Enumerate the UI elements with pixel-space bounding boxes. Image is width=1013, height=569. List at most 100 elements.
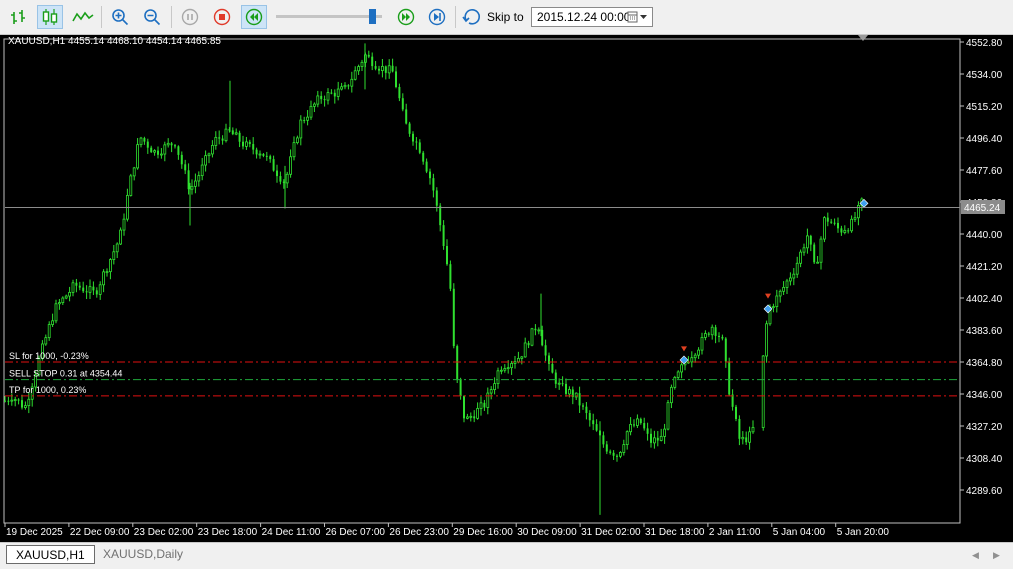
- candle-body-bear: [452, 288, 455, 347]
- candle-body-bull: [316, 95, 320, 105]
- price-chart[interactable]: 4552.804534.004515.204496.404477.604458.…: [0, 35, 1013, 542]
- candle-body-bull: [673, 377, 677, 388]
- candle-body-bear: [157, 150, 159, 155]
- candle-body-bear: [738, 418, 741, 439]
- candle-body-bear: [218, 137, 221, 139]
- tab-xauusd-daily[interactable]: XAUUSD,Daily: [94, 545, 192, 564]
- candle-body-bear: [92, 286, 95, 291]
- candle-body-bull: [693, 354, 697, 359]
- zoom-in-icon: [112, 9, 129, 26]
- candle-body-bear: [425, 161, 428, 172]
- candle-body-bear: [826, 217, 829, 222]
- candle-body-bull: [653, 437, 656, 444]
- candle-body-bear: [718, 335, 720, 337]
- candlestick-chart-button[interactable]: [37, 5, 63, 29]
- candle-body-bull: [119, 229, 122, 245]
- time-label: 26 Dec 07:00: [326, 527, 386, 538]
- candles: [4, 43, 864, 515]
- separator: [101, 6, 102, 28]
- candle-body-bull: [520, 356, 524, 359]
- candle-body-bull: [357, 66, 361, 72]
- candle-body-bear: [646, 428, 649, 434]
- candle-body-bull: [102, 271, 105, 286]
- candle-body-bull: [380, 65, 384, 72]
- candle-body-bull: [387, 65, 391, 74]
- candle-body-bear: [721, 336, 724, 339]
- time-label: 5 Jan 20:00: [837, 527, 890, 538]
- zoom-out-button[interactable]: [139, 5, 165, 29]
- skip-to-end-button[interactable]: [424, 5, 450, 29]
- separator: [455, 6, 456, 28]
- candle-body-bull: [234, 132, 238, 135]
- candle-body-bear: [830, 221, 833, 223]
- order-line-label: SELL STOP 0.31 at 4354.44: [9, 369, 122, 379]
- pause-button[interactable]: [177, 5, 203, 29]
- speed-slider-thumb[interactable]: [369, 9, 376, 24]
- candle-body-bear: [146, 141, 149, 148]
- candle-body-bull: [748, 431, 751, 443]
- candlestick-icon: [42, 9, 58, 25]
- candle-body-bull: [159, 153, 163, 156]
- chart-tabs: XAUUSD,H1 XAUUSD,Daily ◀ ▶: [0, 542, 1013, 569]
- candle-body-bull: [819, 238, 823, 263]
- candle-body-bull: [88, 286, 92, 293]
- candle-body-bull: [289, 156, 293, 175]
- candle-body-bear: [405, 109, 408, 124]
- candle-body-bear: [408, 123, 411, 134]
- candle-body-bull: [166, 142, 170, 146]
- candle-body-bull: [71, 282, 75, 293]
- price-label: 4477.60: [966, 166, 1003, 177]
- candle-body-bull: [486, 392, 490, 408]
- skip-to-label[interactable]: Skip to: [487, 10, 524, 24]
- price-label: 4440.00: [966, 230, 1003, 241]
- line-chart-button[interactable]: [70, 5, 96, 29]
- candle-body-bear: [279, 176, 282, 182]
- candle-body-bull: [775, 295, 779, 308]
- step-backward-button[interactable]: [241, 5, 267, 29]
- candle-body-bear: [401, 98, 404, 110]
- candle-body-bull: [312, 103, 316, 107]
- candle-body-bear: [612, 452, 615, 456]
- candle-body-bear: [435, 190, 438, 206]
- candle-body-bear: [371, 56, 374, 67]
- candle-body-bull: [129, 175, 133, 196]
- candle-body-bull: [109, 259, 112, 273]
- candle-body-bull: [136, 144, 140, 169]
- candle-body-bear: [221, 138, 224, 141]
- price-label: 4308.40: [966, 454, 1003, 465]
- candle-body-bear: [561, 383, 564, 385]
- candle-body-bull: [506, 367, 510, 370]
- chart-canvas[interactable]: 4552.804534.004515.204496.404477.604458.…: [0, 35, 1013, 542]
- scroll-right-icon[interactable]: ▶: [993, 550, 1000, 561]
- candle-body-bull: [306, 116, 310, 121]
- candle-body-bull: [853, 217, 857, 220]
- speed-slider-track[interactable]: [276, 15, 382, 18]
- bar-chart-button[interactable]: [6, 5, 32, 29]
- candle-body-bear: [238, 132, 241, 142]
- step-forward-button[interactable]: [393, 5, 419, 29]
- candle-body-bull: [823, 217, 826, 240]
- price-label: 4515.20: [966, 102, 1003, 113]
- tab-xauusd-h1[interactable]: XAUUSD,H1: [6, 545, 95, 564]
- candle-body-bear: [650, 433, 652, 443]
- bar-chart-icon: [11, 10, 25, 24]
- candle-body-bull: [496, 370, 500, 385]
- skip-to-button[interactable]: [460, 5, 486, 29]
- zoom-in-button[interactable]: [107, 5, 133, 29]
- time-label: 5 Jan 04:00: [773, 527, 826, 538]
- candle-body-bull: [214, 136, 218, 146]
- step-forward-icon: [397, 8, 415, 26]
- candle-body-bull: [336, 88, 340, 97]
- scroll-left-icon[interactable]: ◀: [972, 550, 979, 561]
- candle-body-bear: [534, 328, 537, 331]
- candle-body-bull: [503, 368, 507, 371]
- candle-body-bull: [153, 150, 157, 153]
- candle-body-bull: [850, 218, 853, 232]
- candle-body-bear: [809, 235, 812, 245]
- skip-to-date-input[interactable]: 2015.12.24 00:00: [531, 7, 653, 27]
- stop-button[interactable]: [209, 5, 235, 29]
- candle-body-bull: [476, 408, 480, 419]
- calendar-dropdown-icon[interactable]: [627, 11, 649, 26]
- candle-body-bear: [633, 424, 635, 426]
- candle-body-bull: [619, 452, 622, 457]
